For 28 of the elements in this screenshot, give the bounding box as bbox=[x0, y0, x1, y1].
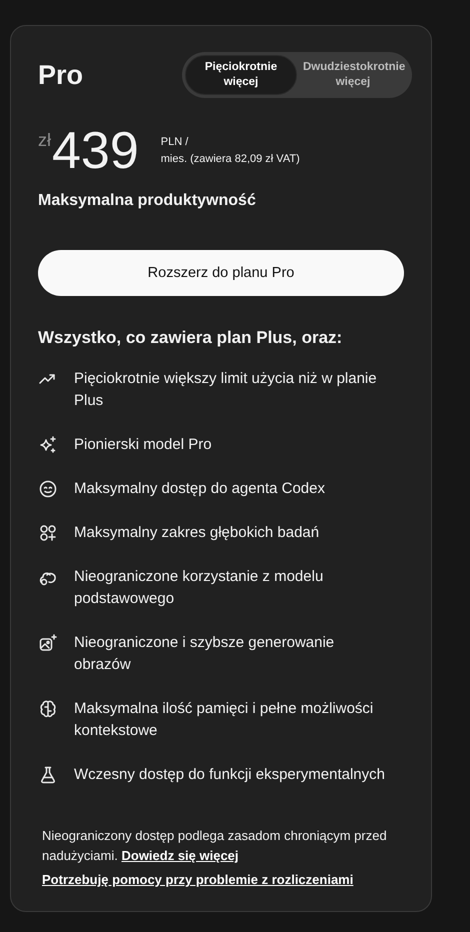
plan-title: Pro bbox=[38, 60, 84, 90]
feature-text: Nieograniczone korzystanie z modelu podstawowego bbox=[74, 567, 324, 609]
price-period: mies. (zawiera 82,09 zł VAT) bbox=[160, 152, 300, 167]
plan-tagline: Maksymalna produktywność bbox=[38, 192, 257, 210]
price: 439 bbox=[52, 126, 139, 176]
billing-help-link[interactable]: Potrzebuję pomocy przy problemie z rozliczeniami bbox=[42, 872, 354, 887]
learn-more-link[interactable]: Dowiedz się więcej bbox=[121, 848, 239, 863]
feature-text: Wczesny dostęp do funkcji eksperymentalnych bbox=[74, 765, 385, 785]
face-icon bbox=[38, 479, 58, 499]
sparkle-icon bbox=[38, 435, 58, 455]
price-period: PLN / bbox=[160, 135, 190, 150]
currency-symbol: zł bbox=[38, 130, 51, 151]
feature-text: Maksymalny zakres głębokich badań bbox=[74, 523, 320, 543]
flask-icon bbox=[38, 765, 58, 785]
brain-icon bbox=[38, 699, 58, 719]
feature-text: Pięciokrotnie większy limit użycia niż w planie Plus bbox=[74, 369, 378, 411]
feature-text: Nieograniczone i szybsze generowanie obrazów bbox=[74, 633, 336, 675]
features-heading: Wszystko, co zawiera plan Plus, oraz: bbox=[38, 328, 344, 348]
feature-text: Maksymalna ilość pamięci i pełne możliwości kontekstowe bbox=[74, 699, 374, 741]
image-sparkle-icon bbox=[38, 633, 58, 653]
usage-option[interactable]: Pięciokrotnie więcej bbox=[185, 55, 297, 95]
feature-text: Maksymalny dostęp do agenta Codex bbox=[74, 479, 325, 499]
usage-toggle[interactable]: Pięciokrotnie więcej Dwudziestokrotnie więcej bbox=[182, 52, 412, 98]
nodes-icon bbox=[38, 523, 58, 543]
feature-text: Pionierski model Pro bbox=[74, 435, 212, 455]
abuse-policy-note: Nieograniczony dostęp podlega zasadom chroniącym przed nadużyciami. Dowiedz się więcej bbox=[42, 827, 388, 865]
upgrade-button[interactable]: Rozszerz do planu Pro bbox=[38, 250, 404, 296]
usage-option[interactable]: Dwudziestokrotnie więcej bbox=[297, 55, 409, 95]
